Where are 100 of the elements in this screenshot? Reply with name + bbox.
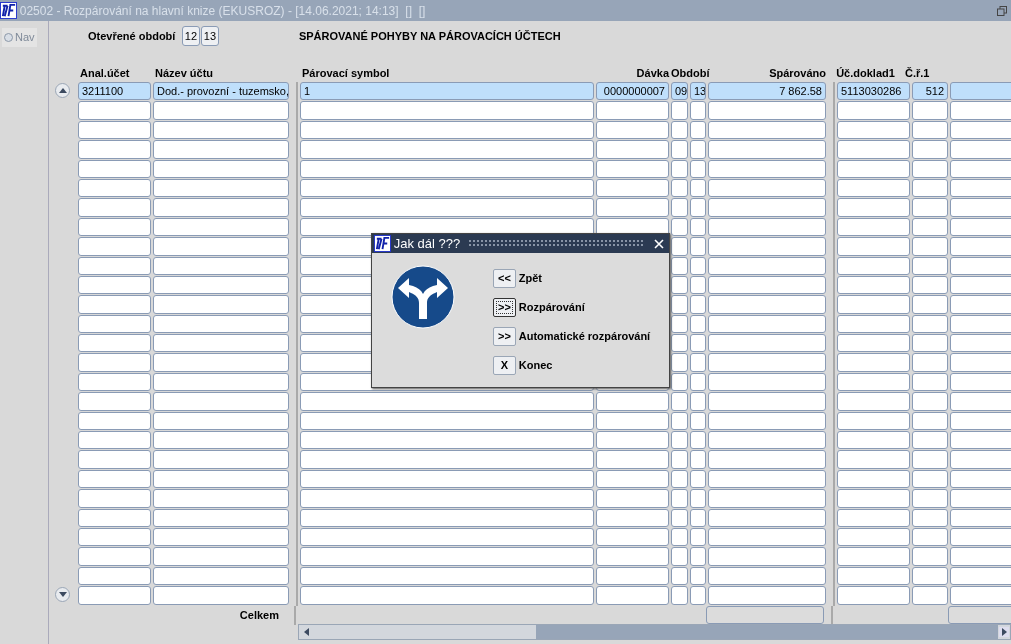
input-field[interactable] — [912, 159, 948, 178]
input-field[interactable] — [153, 469, 289, 489]
input-field[interactable] — [78, 178, 151, 198]
input-field[interactable] — [690, 547, 706, 566]
input-field[interactable] — [708, 256, 826, 275]
input-field[interactable] — [912, 586, 948, 605]
input-field[interactable] — [837, 178, 910, 198]
input-field[interactable] — [950, 140, 1011, 159]
input-field[interactable] — [837, 198, 910, 217]
input-field[interactable] — [912, 372, 948, 392]
input-field[interactable] — [690, 372, 706, 392]
input-field[interactable] — [690, 431, 706, 450]
input-field[interactable] — [950, 566, 1011, 586]
input-field[interactable] — [950, 372, 1011, 392]
input-field[interactable] — [690, 159, 706, 178]
input-field[interactable] — [153, 101, 289, 120]
input-field[interactable] — [671, 275, 688, 295]
input-field[interactable] — [708, 431, 826, 450]
input-field[interactable] — [708, 586, 826, 605]
input-field[interactable] — [912, 275, 948, 295]
input-field[interactable] — [708, 178, 826, 198]
input-field[interactable] — [78, 392, 151, 411]
input-field[interactable] — [708, 237, 826, 256]
input-field[interactable] — [300, 547, 594, 566]
key-button[interactable]: X — [493, 356, 516, 375]
input-field[interactable] — [78, 450, 151, 469]
input-field[interactable] — [671, 489, 688, 508]
input-field[interactable] — [690, 528, 706, 547]
input-field[interactable] — [153, 217, 289, 237]
input-field[interactable] — [300, 431, 594, 450]
input-field[interactable] — [837, 275, 910, 295]
input-field[interactable] — [596, 140, 669, 159]
input-field[interactable] — [912, 508, 948, 527]
input-field[interactable] — [912, 469, 948, 489]
input-field[interactable] — [912, 411, 948, 431]
input-field[interactable] — [671, 256, 688, 275]
input-field[interactable] — [950, 237, 1011, 256]
input-field[interactable] — [837, 547, 910, 566]
input-field[interactable] — [671, 547, 688, 566]
input-field[interactable] — [596, 586, 669, 605]
input-field[interactable] — [153, 489, 289, 508]
input-field[interactable] — [950, 528, 1011, 547]
input-field[interactable] — [950, 411, 1011, 431]
input-field[interactable] — [708, 295, 826, 314]
input-field[interactable] — [671, 508, 688, 527]
input-field[interactable] — [596, 198, 669, 217]
input-field[interactable] — [153, 159, 289, 178]
input-field[interactable] — [912, 120, 948, 140]
input-field[interactable] — [950, 120, 1011, 140]
input-field[interactable] — [78, 489, 151, 508]
input-field[interactable] — [837, 566, 910, 586]
input-field[interactable] — [153, 140, 289, 159]
input-field[interactable] — [596, 431, 669, 450]
input-field[interactable] — [690, 275, 706, 295]
input-field[interactable] — [837, 217, 910, 237]
scroll-right-icon[interactable] — [999, 627, 1009, 637]
input-field[interactable] — [78, 198, 151, 217]
sum-field[interactable] — [706, 605, 824, 624]
input-field[interactable] — [78, 217, 151, 237]
input-field[interactable] — [300, 198, 594, 217]
input-field[interactable] — [912, 489, 948, 508]
input-field[interactable] — [708, 469, 826, 489]
input-field[interactable] — [950, 275, 1011, 295]
input-field[interactable] — [708, 508, 826, 527]
input-field[interactable] — [912, 566, 948, 586]
input-field[interactable] — [300, 120, 594, 140]
input-field[interactable] — [837, 353, 910, 372]
input-field[interactable] — [300, 566, 594, 586]
input-field[interactable] — [837, 159, 910, 178]
input-field[interactable] — [671, 353, 688, 372]
input-field[interactable] — [690, 101, 706, 120]
input-field[interactable] — [950, 159, 1011, 178]
input-field[interactable] — [153, 372, 289, 392]
input-field[interactable] — [912, 101, 948, 120]
input-field[interactable] — [690, 334, 706, 353]
input-field[interactable] — [78, 586, 151, 605]
input-field[interactable] — [596, 101, 669, 120]
input-field[interactable] — [950, 469, 1011, 489]
input-field[interactable] — [690, 198, 706, 217]
input-field[interactable] — [690, 178, 706, 198]
input-field[interactable] — [837, 469, 910, 489]
input-field[interactable] — [912, 353, 948, 372]
input-field[interactable] — [78, 334, 151, 353]
input-field[interactable] — [596, 547, 669, 566]
input-field[interactable] — [671, 120, 688, 140]
input-field[interactable] — [708, 140, 826, 159]
input-field[interactable] — [690, 411, 706, 431]
input-field[interactable] — [300, 101, 594, 120]
input-field[interactable] — [78, 469, 151, 489]
input-field[interactable] — [837, 140, 910, 159]
input-field[interactable] — [708, 314, 826, 334]
input-field[interactable] — [78, 237, 151, 256]
scroll-down-button[interactable] — [55, 587, 70, 603]
input-field[interactable] — [596, 178, 669, 198]
input-field[interactable] — [837, 489, 910, 508]
input-field[interactable] — [671, 469, 688, 489]
input-field[interactable] — [153, 295, 289, 314]
input-field[interactable] — [78, 159, 151, 178]
input-field[interactable] — [153, 411, 289, 431]
input-field[interactable] — [300, 528, 594, 547]
